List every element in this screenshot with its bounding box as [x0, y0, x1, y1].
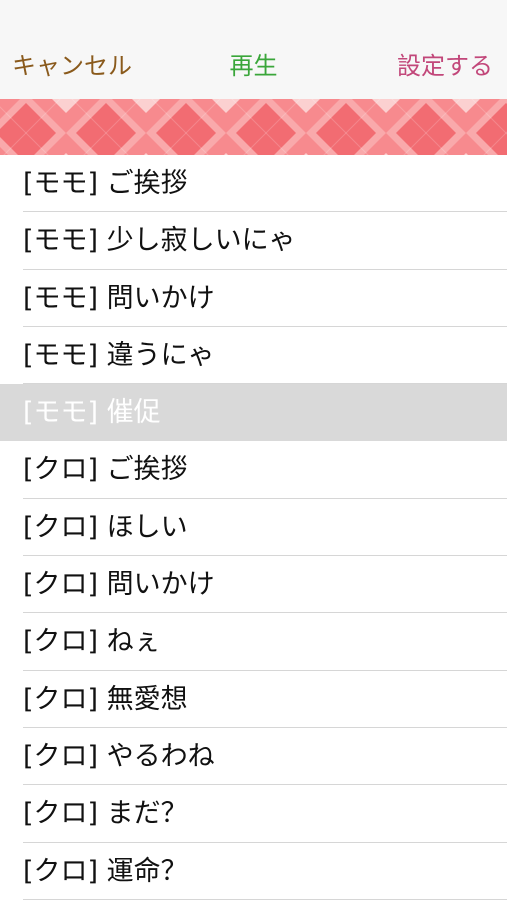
- list-item-label: [クロ] ねぇ: [23, 626, 161, 658]
- play-button[interactable]: 再生: [230, 52, 278, 80]
- list-item-label: [クロ] ほしい: [23, 511, 188, 543]
- list-item-label: [クロ] ご挨拶: [23, 454, 188, 486]
- list-item-label: [モモ] ご挨拶: [23, 168, 188, 199]
- list-item-selected[interactable]: [モモ] 催促: [0, 384, 507, 442]
- gingham-pattern-banner: [0, 99, 507, 155]
- gingham-pattern-graphic: [0, 99, 507, 155]
- list-item[interactable]: [クロ] 運命？: [0, 842, 507, 900]
- list-item[interactable]: [モモ] 違うにゃ: [0, 326, 507, 385]
- list-item[interactable]: [クロ] 問いかけ: [0, 556, 507, 614]
- list-item-label: [モモ] 問いかけ: [23, 282, 215, 314]
- list-item[interactable]: [モモ] 少し寂しいにゃ: [0, 212, 507, 270]
- list-item[interactable]: [クロ] やるわね: [0, 727, 507, 786]
- list-item[interactable]: [クロ] ご挨拶: [0, 441, 507, 499]
- list-item-label: [クロ] やるわね: [23, 740, 215, 772]
- list-item-label: [クロ] まだ？: [23, 798, 188, 830]
- list-item[interactable]: [モモ] 問いかけ: [0, 269, 507, 327]
- voice-list: [モモ] ご挨拶 [モモ] 少し寂しいにゃ [モモ] 問いかけ [モモ] 違うにゃ [モ…: [0, 155, 507, 900]
- cancel-button[interactable]: キャンセル: [12, 46, 132, 86]
- settings-button[interactable]: 設定する: [397, 46, 493, 86]
- list-item[interactable]: [モモ] ご挨拶: [0, 155, 507, 213]
- voice-select-screen: キャンセル 再生 設定する [モモ] ご挨拶 [モモ] 少し寂しいにゃ [モモ]…: [0, 0, 507, 900]
- list-item-label: [モモ] 少し寂しいにゃ: [23, 225, 296, 257]
- list-item-label: [モモ] 催促: [23, 397, 161, 429]
- list-item[interactable]: [クロ] ほしい: [0, 498, 507, 557]
- navigation-bar: キャンセル 再生 設定する: [0, 0, 507, 99]
- list-item[interactable]: [クロ] 無愛想: [0, 670, 507, 728]
- list-item[interactable]: [クロ] ねぇ: [0, 613, 507, 671]
- list-item-label: [クロ] 無愛想: [23, 683, 188, 715]
- list-item-label: [クロ] 運命？: [23, 855, 188, 887]
- list-item[interactable]: [クロ] まだ？: [0, 785, 507, 843]
- list-item-label: [モモ] 違うにゃ: [23, 339, 215, 371]
- list-item-label: [クロ] 問いかけ: [23, 569, 215, 601]
